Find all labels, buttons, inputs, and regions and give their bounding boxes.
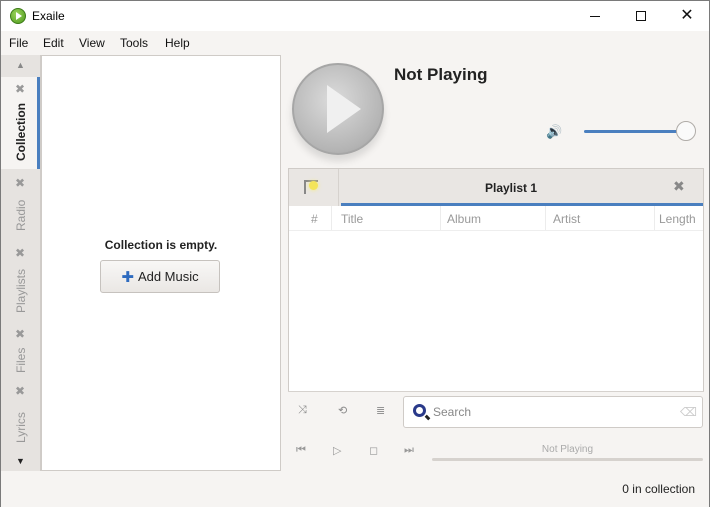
close-tab-icon[interactable]: ✖ [15, 327, 25, 341]
column-header-length[interactable]: Length [659, 212, 696, 226]
exaile-logo-icon [10, 8, 26, 24]
menu-tools[interactable]: Tools [120, 36, 148, 50]
sidebar-tab-label: Files [14, 347, 28, 373]
shuffle-icon[interactable]: ⤨ [298, 404, 307, 417]
menu-view[interactable]: View [79, 36, 105, 50]
menu-help[interactable]: Help [165, 36, 190, 50]
sidebar-tab-label: Collection [14, 102, 28, 161]
collection-panel: Collection is empty. ✚ Add Music [41, 55, 281, 471]
menu-edit[interactable]: Edit [43, 36, 64, 50]
dynamic-playlist-icon[interactable]: ≣ [376, 404, 385, 417]
next-track-icon[interactable]: ⏭ [404, 444, 414, 457]
plus-icon: ✚ [121, 268, 134, 286]
progress-track[interactable] [432, 458, 703, 461]
clear-search-icon[interactable]: ⌫ [680, 405, 697, 419]
volume-slider[interactable] [584, 120, 696, 142]
add-music-label: Add Music [137, 269, 199, 284]
close-tab-icon[interactable]: ✖ [15, 384, 25, 398]
tabs-scroll-down-button[interactable]: ▼ [1, 451, 40, 471]
previous-track-icon[interactable]: ⏮ [296, 444, 306, 457]
window-title: Exaile [32, 9, 65, 23]
playlist-tabstrip: Playlist 1 ✖ [289, 169, 703, 206]
chevron-down-icon: ▼ [16, 456, 25, 466]
search-input[interactable] [433, 403, 673, 421]
transport-controls: ⏮ ▷ ◻ ⏭ Not Playing [288, 441, 704, 463]
playlist-column-headers: # Title Album Artist Length [289, 206, 703, 231]
sidebar-tab-label: Radio [14, 199, 28, 231]
tab-playlist-1[interactable]: Playlist 1 ✖ [341, 169, 703, 206]
add-music-button[interactable]: ✚ Add Music [100, 260, 220, 293]
maximize-button[interactable] [618, 1, 664, 31]
column-separator [331, 206, 332, 230]
search-field[interactable]: ⌫ [403, 396, 703, 428]
column-header-title[interactable]: Title [341, 212, 363, 226]
now-playing-area: Not Playing 🔊 [284, 55, 709, 167]
maximize-icon [636, 11, 646, 21]
sidebar-tab-lyrics[interactable]: ✖ Lyrics [1, 379, 40, 449]
sidebar-tabs: ▲ ✖ Collection ✖ Radio ✖ Playlists ✖ Fil… [1, 55, 41, 471]
progress-label: Not Playing [541, 444, 594, 455]
column-header-album[interactable]: Album [447, 212, 481, 226]
close-window-button[interactable]: ✕ [664, 1, 710, 31]
play-icon[interactable]: ▷ [333, 444, 341, 457]
playlist-toolbar: ⤨ ⟲ ≣ ⌫ [288, 391, 704, 431]
close-icon: ✕ [680, 7, 694, 24]
column-header-number[interactable]: # [311, 212, 318, 226]
volume-icon[interactable]: 🔊 [546, 124, 562, 140]
close-tab-icon[interactable]: ✖ [15, 82, 25, 96]
column-separator [440, 206, 441, 230]
column-header-artist[interactable]: Artist [553, 212, 580, 226]
stop-icon[interactable]: ◻ [369, 444, 378, 457]
now-playing-title: Not Playing [394, 65, 488, 84]
volume-knob[interactable] [676, 121, 696, 141]
new-playlist-button[interactable] [289, 169, 339, 206]
menu-file[interactable]: File [9, 36, 28, 50]
menu-bar: File Edit View Tools Help [1, 31, 709, 55]
tabs-scroll-up-button[interactable]: ▲ [1, 55, 40, 75]
minimize-button[interactable] [572, 1, 618, 31]
collection-count: 0 in collection [622, 482, 695, 496]
sidebar-tab-radio[interactable]: ✖ Radio [1, 171, 40, 241]
sidebar-tab-playlists[interactable]: ✖ Playlists [1, 241, 40, 323]
collection-empty-message: Collection is empty. [104, 238, 218, 252]
minimize-icon [590, 15, 600, 17]
close-icon[interactable]: ✖ [673, 178, 685, 195]
title-bar: Exaile ✕ [1, 1, 709, 31]
folder-star-icon [304, 180, 318, 194]
column-separator [654, 206, 655, 230]
playback-progress[interactable]: Not Playing [432, 444, 703, 462]
column-separator [545, 206, 546, 230]
repeat-icon[interactable]: ⟲ [338, 404, 347, 417]
sidebar-tab-files[interactable]: ✖ Files [1, 323, 40, 379]
close-tab-icon[interactable]: ✖ [15, 176, 25, 190]
sidebar-tab-label: Playlists [14, 268, 28, 313]
close-tab-icon[interactable]: ✖ [15, 246, 25, 260]
search-icon [413, 404, 426, 417]
playlist-tab-label: Playlist 1 [484, 181, 538, 195]
status-bar: 0 in collection [1, 471, 709, 507]
sidebar-tab-label: Lyrics [14, 412, 28, 443]
chevron-up-icon: ▲ [16, 60, 25, 70]
cover-art-play-icon [292, 63, 384, 155]
volume-track [584, 130, 686, 133]
sidebar-tab-collection[interactable]: ✖ Collection [1, 77, 40, 169]
